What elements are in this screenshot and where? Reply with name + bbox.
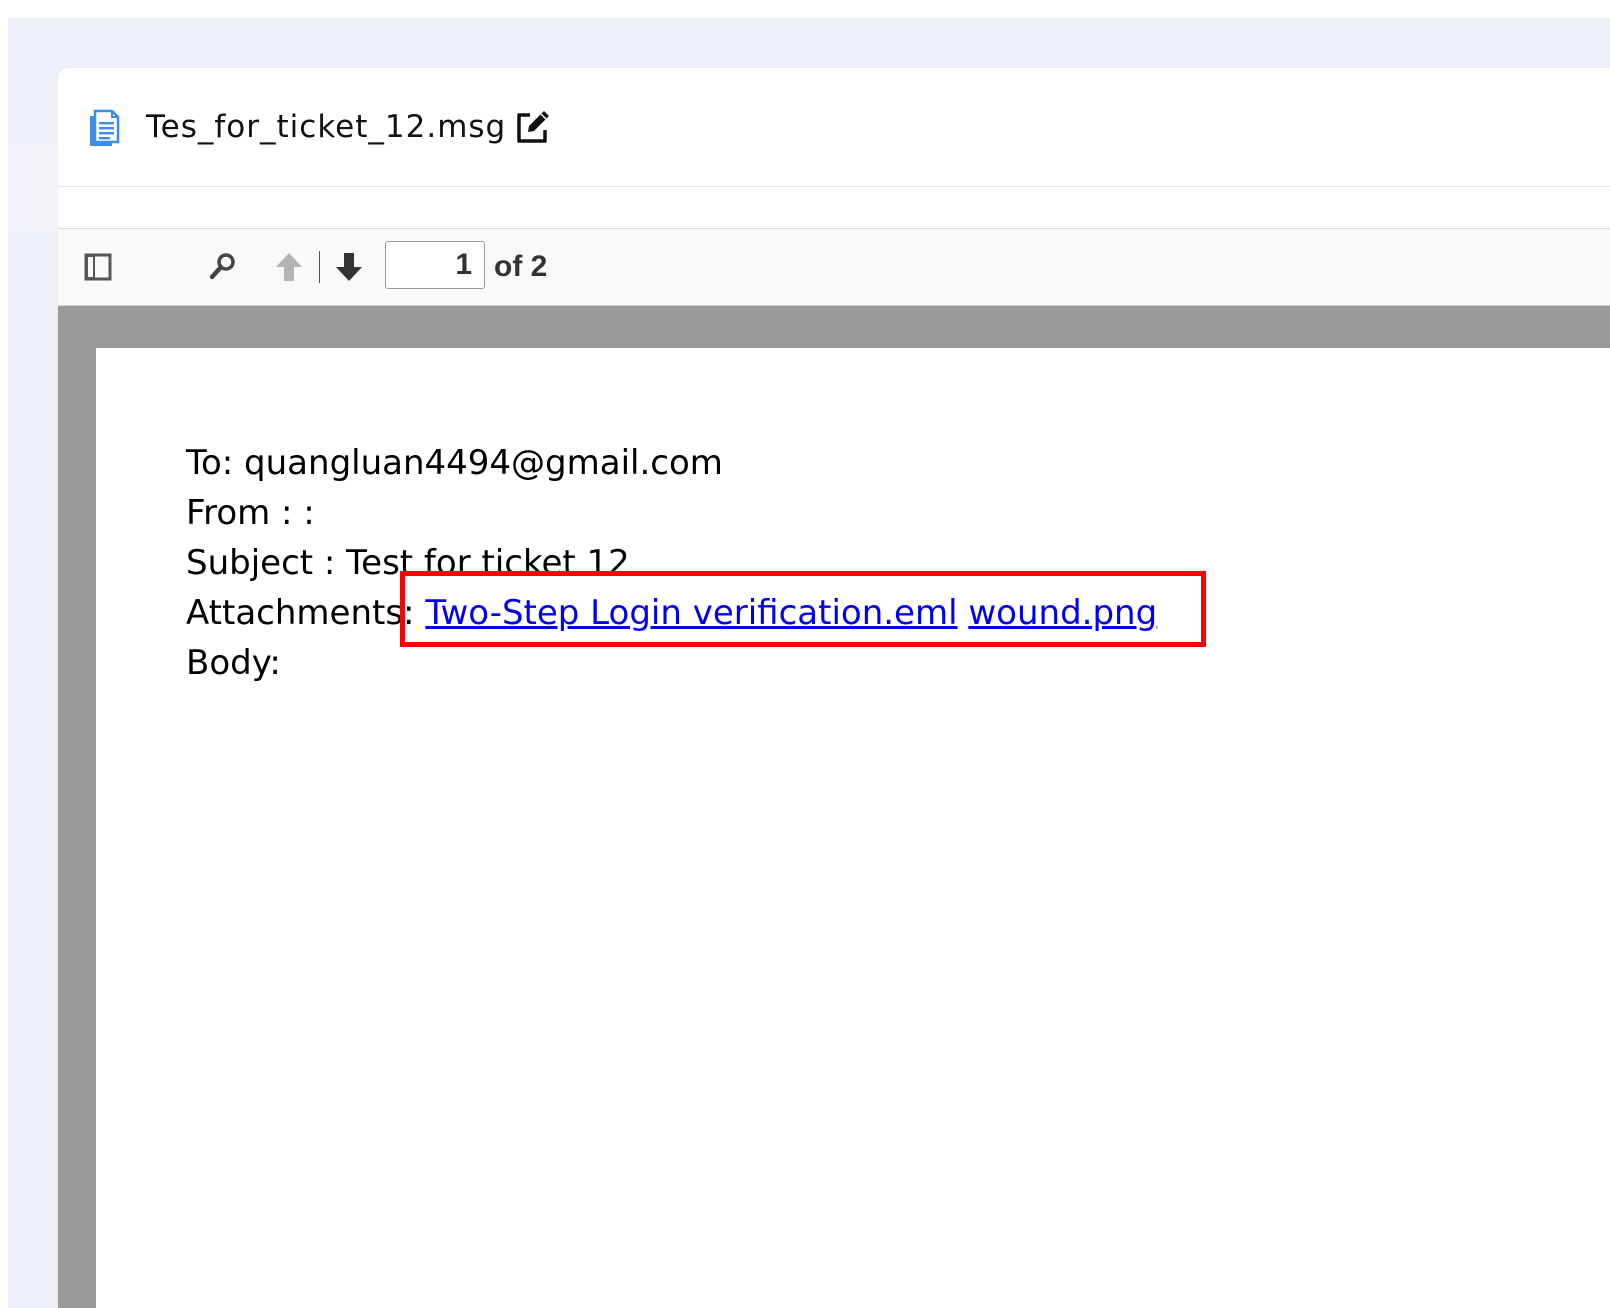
toolbar-separator	[319, 251, 320, 283]
email-content: To: quangluan4494@gmail.com From : : Sub…	[186, 438, 1157, 688]
document-header: Tes_for_ticket_12.msg	[58, 68, 1610, 187]
edit-icon[interactable]	[514, 108, 552, 146]
document-file-icon	[90, 109, 120, 146]
page-number-input[interactable]	[385, 241, 485, 289]
document-page: To: quangluan4494@gmail.com From : : Sub…	[96, 348, 1610, 1308]
document-panel: Tes_for_ticket_12.msg 1 of 2 To: quanglu…	[58, 68, 1610, 1308]
previous-page-icon[interactable]	[274, 251, 304, 283]
attachments-label: Attachments:	[186, 593, 415, 633]
sidebar-toggle-icon[interactable]	[84, 253, 112, 281]
email-to-line: To: quangluan4494@gmail.com	[186, 443, 723, 483]
document-viewport[interactable]: To: quangluan4494@gmail.com From : : Sub…	[58, 306, 1610, 1308]
email-attachments-line: Attachments: Two-Step Login verification…	[186, 588, 1157, 638]
email-body-label: Body:	[186, 643, 281, 683]
left-edge	[0, 0, 8, 1308]
email-from-line: From : :	[186, 493, 315, 533]
file-name-title: Tes_for_ticket_12.msg	[146, 109, 507, 145]
viewer-toolbar: of 2	[58, 228, 1610, 307]
page-count-label: of 2	[494, 250, 548, 283]
search-icon[interactable]	[208, 251, 238, 281]
attachment-link-png[interactable]: wound.png	[968, 593, 1157, 633]
side-tab	[8, 145, 58, 231]
attachment-link-eml[interactable]: Two-Step Login verification.eml	[425, 593, 957, 633]
pdf-viewer: of 2 To: quangluan4494@gmail.com From : …	[58, 228, 1610, 1308]
email-subject-line: Subject : Test for ticket 12	[186, 543, 630, 583]
next-page-icon[interactable]	[334, 251, 364, 283]
